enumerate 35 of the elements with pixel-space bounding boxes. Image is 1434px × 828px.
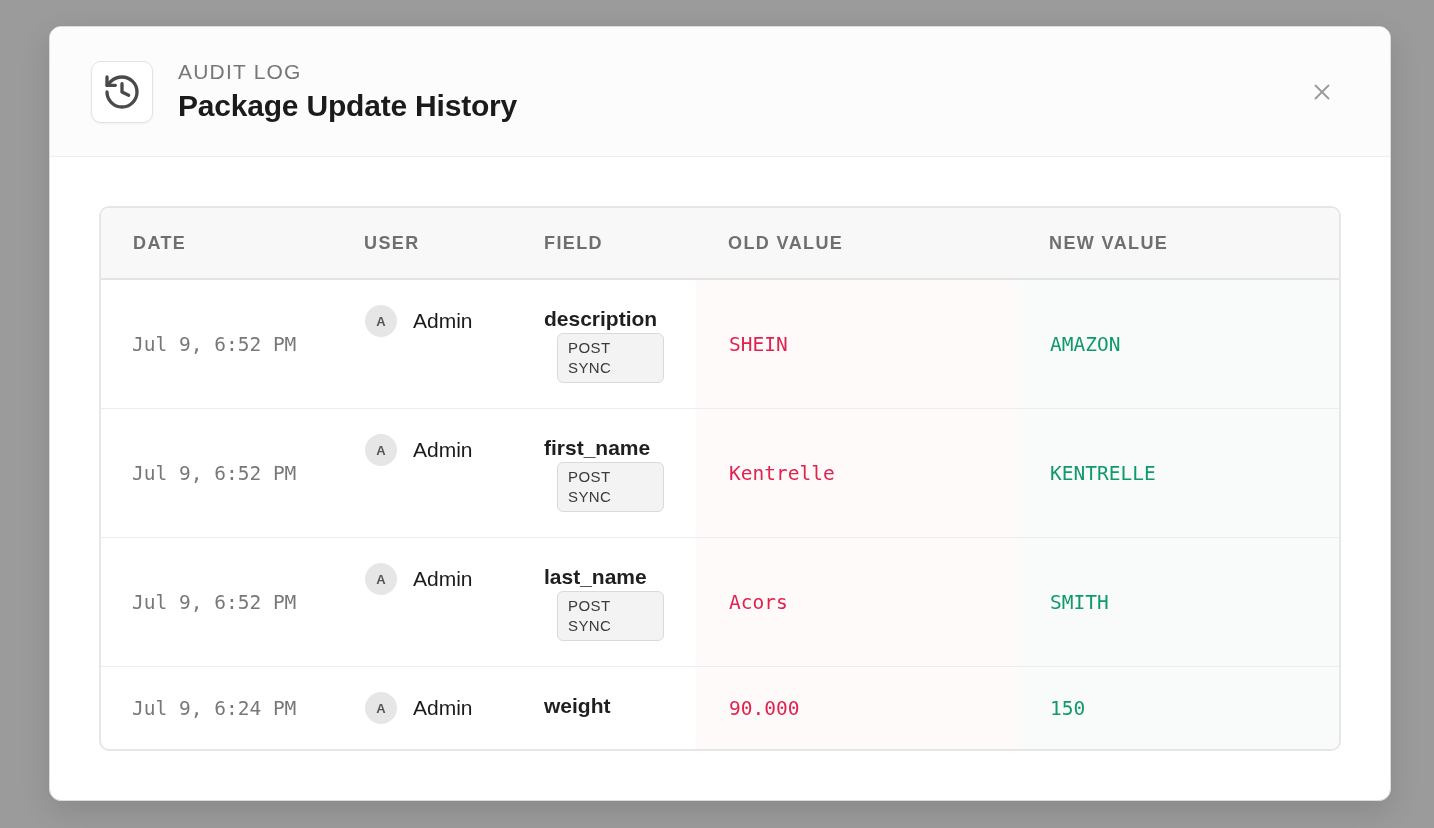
user-name: Admin: [413, 696, 473, 720]
user-avatar: A: [365, 692, 397, 724]
field-name: weight: [544, 694, 611, 718]
user-name: Admin: [413, 309, 473, 333]
column-header: DATE: [133, 232, 187, 253]
user-avatar: A: [365, 563, 397, 595]
old-value-text: SHEIN: [729, 332, 788, 356]
new-value-text: KENTRELLE: [1050, 461, 1156, 485]
sync-tag: POST SYNC: [557, 333, 664, 383]
new-value-text: AMAZON: [1050, 332, 1121, 356]
field-name: last_name: [544, 565, 647, 589]
sync-tag: POST SYNC: [557, 591, 664, 641]
history-icon: [91, 60, 153, 123]
new-value-text: 150: [1050, 696, 1086, 720]
dialog-eyebrow: AUDIT LOG: [178, 59, 302, 84]
user-name: Admin: [413, 438, 473, 462]
field-name: first_name: [544, 436, 651, 460]
dialog-title: Package Update History: [178, 87, 518, 124]
new-value-text: SMITH: [1050, 590, 1109, 614]
old-value-text: Acors: [729, 590, 788, 614]
column-header: OLD VALUE: [728, 232, 844, 253]
column-header: FIELD: [544, 232, 603, 253]
user-avatar: A: [365, 305, 397, 337]
column-header: USER: [364, 232, 420, 253]
timestamp-text: Jul 9, 6:24 PM: [132, 696, 297, 720]
sync-tag: POST SYNC: [557, 462, 664, 512]
timestamp-text: Jul 9, 6:52 PM: [132, 332, 297, 356]
timestamp-text: Jul 9, 6:52 PM: [132, 590, 297, 614]
user-avatar: A: [365, 434, 397, 466]
old-value-text: 90.000: [729, 696, 800, 720]
old-value-text: Kentrelle: [729, 461, 835, 485]
field-name: description: [544, 307, 658, 331]
user-name: Admin: [413, 567, 473, 591]
column-header: NEW VALUE: [1049, 232, 1169, 253]
timestamp-text: Jul 9, 6:52 PM: [132, 461, 297, 485]
